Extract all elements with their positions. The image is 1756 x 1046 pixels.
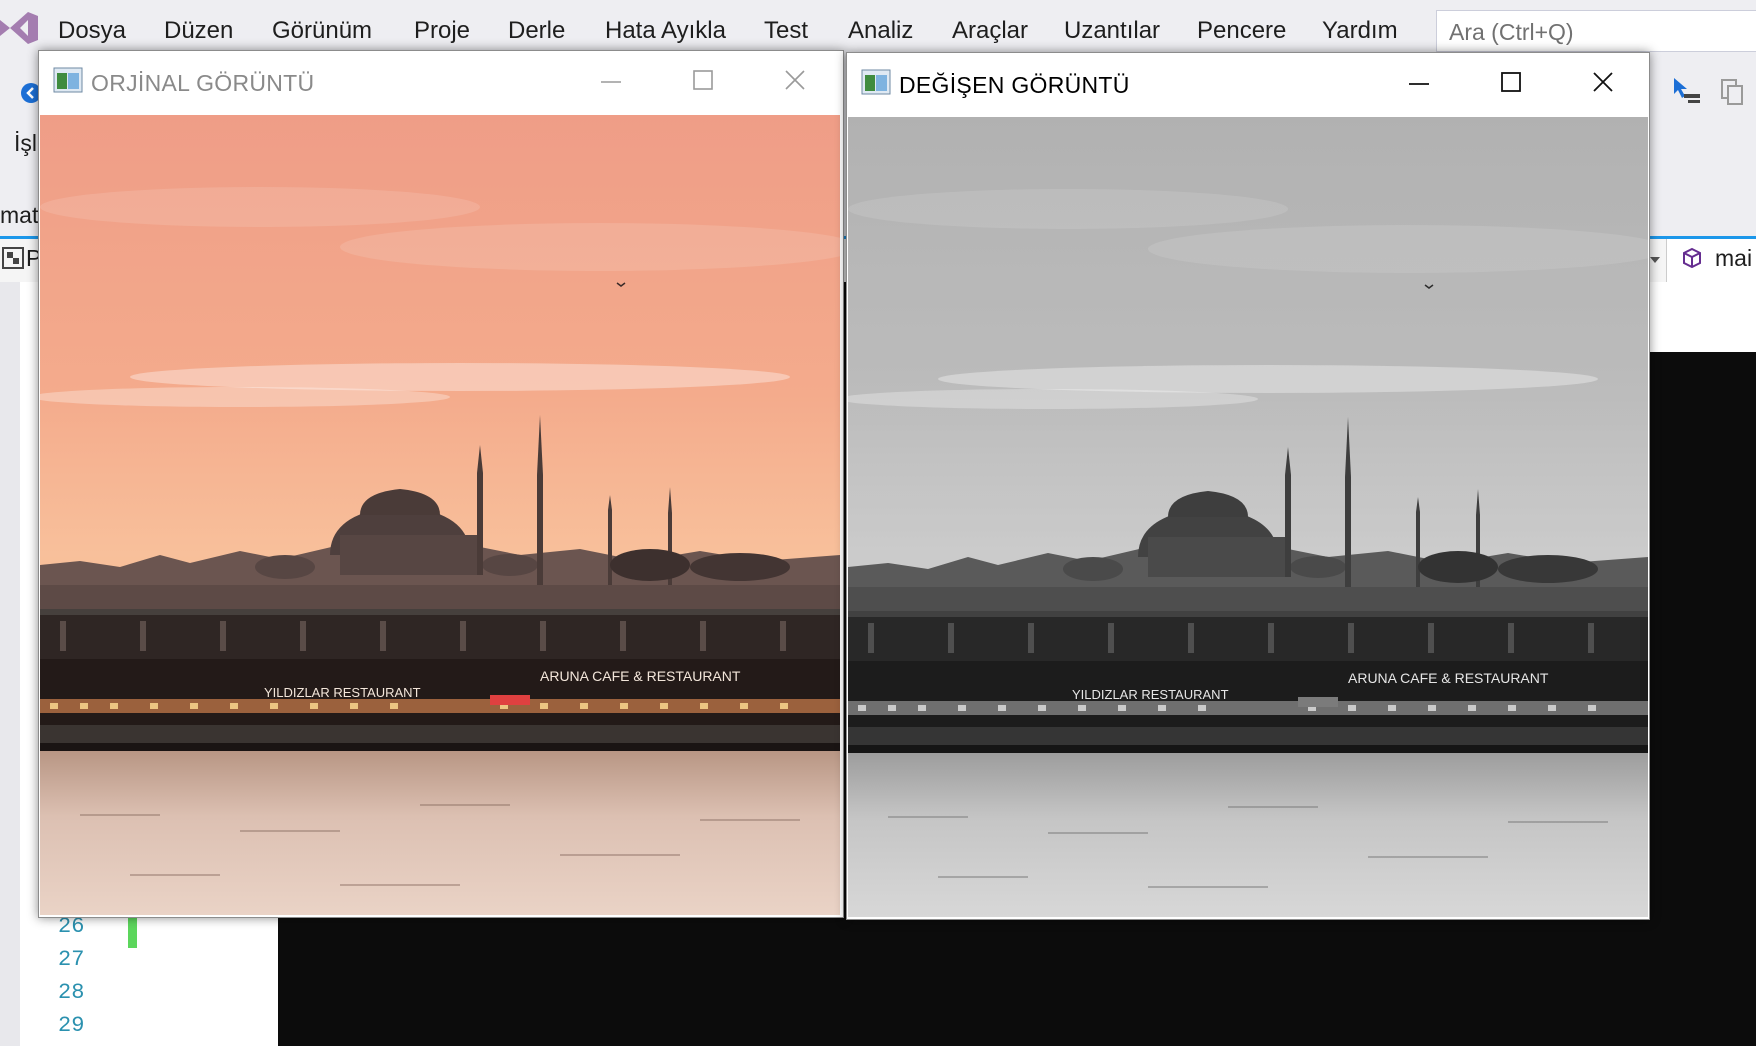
editor-fragment bbox=[1646, 282, 1756, 352]
modified-image: YILDIZLAR RESTAURANT ARUNA CAFE & RESTAU… bbox=[848, 117, 1648, 917]
opencv-window-icon bbox=[861, 69, 891, 95]
copy-icon[interactable] bbox=[1716, 76, 1746, 106]
member-tab-fragment: mai bbox=[1715, 245, 1753, 271]
member-combo[interactable]: mai bbox=[1666, 239, 1756, 282]
menu-item-window[interactable]: Pencere bbox=[1197, 17, 1286, 45]
line-number: 28 bbox=[58, 980, 85, 1005]
maximize-icon[interactable] bbox=[683, 63, 723, 99]
window-title: ORJİNAL GÖRÜNTÜ bbox=[91, 70, 315, 96]
window-titlebar[interactable]: ORJİNAL GÖRÜNTÜ bbox=[39, 51, 843, 113]
menu-item-file[interactable]: Dosya bbox=[58, 17, 126, 45]
line-number: 27 bbox=[58, 947, 85, 972]
menu-item-test[interactable]: Test bbox=[764, 17, 808, 45]
minimize-icon[interactable] bbox=[591, 63, 631, 99]
menu-item-extensions[interactable]: Uzantılar bbox=[1064, 17, 1160, 45]
editor-gutter bbox=[0, 282, 20, 1046]
menu-item-help[interactable]: Yardım bbox=[1322, 17, 1398, 45]
original-image-window[interactable]: ORJİNAL GÖRÜNTÜ YILDIZLAR RESTAURANT ARU… bbox=[38, 50, 844, 918]
window-titlebar[interactable]: DEĞİŞEN GÖRÜNTÜ bbox=[847, 53, 1649, 115]
dropdown-arrow-icon[interactable] bbox=[1648, 253, 1662, 267]
sign-right-text: ARUNA CAFE & RESTAURANT bbox=[540, 668, 741, 684]
search-placeholder: Ara (Ctrl+Q) bbox=[1449, 19, 1574, 45]
close-icon[interactable] bbox=[1583, 65, 1623, 101]
window-title: DEĞİŞEN GÖRÜNTÜ bbox=[899, 72, 1130, 98]
menu-item-build[interactable]: Derle bbox=[508, 17, 565, 45]
opencv-window-icon bbox=[53, 67, 83, 93]
search-input[interactable]: Ara (Ctrl+Q) bbox=[1436, 10, 1756, 52]
cursor-pointer-icon[interactable] bbox=[1672, 76, 1704, 106]
cityscape-grayscale-image: YILDIZLAR RESTAURANT ARUNA CAFE & RESTAU… bbox=[848, 117, 1648, 917]
minimize-icon[interactable] bbox=[1399, 65, 1439, 101]
menu-item-tools[interactable]: Araçlar bbox=[952, 17, 1028, 45]
method-cube-icon bbox=[1683, 247, 1701, 269]
cityscape-color-image: YILDIZLAR RESTAURANT ARUNA CAFE & RESTAU… bbox=[40, 115, 840, 915]
sign-left-text: YILDIZLAR RESTAURANT bbox=[264, 685, 421, 700]
menu-item-view[interactable]: Görünüm bbox=[272, 17, 372, 45]
sign-right-text: ARUNA CAFE & RESTAURANT bbox=[1348, 670, 1549, 686]
modified-image-window[interactable]: DEĞİŞEN GÖRÜNTÜ YILDIZLAR RESTAURANT ARU… bbox=[846, 52, 1650, 920]
maximize-icon[interactable] bbox=[1491, 65, 1531, 101]
menu-item-edit[interactable]: Düzen bbox=[164, 17, 233, 45]
toolbar-label-fragment: İşl bbox=[14, 130, 37, 156]
menu-item-analyze[interactable]: Analiz bbox=[848, 17, 913, 45]
menu-item-project[interactable]: Proje bbox=[414, 17, 470, 45]
line-number: 29 bbox=[58, 1013, 85, 1038]
close-icon[interactable] bbox=[775, 63, 815, 99]
visual-studio-logo-icon bbox=[0, 12, 38, 44]
sign-left-text: YILDIZLAR RESTAURANT bbox=[1072, 687, 1229, 702]
original-image: YILDIZLAR RESTAURANT ARUNA CAFE & RESTAU… bbox=[40, 115, 840, 915]
menu-item-debug[interactable]: Hata Ayıkla bbox=[605, 17, 726, 45]
project-icon bbox=[2, 247, 24, 269]
